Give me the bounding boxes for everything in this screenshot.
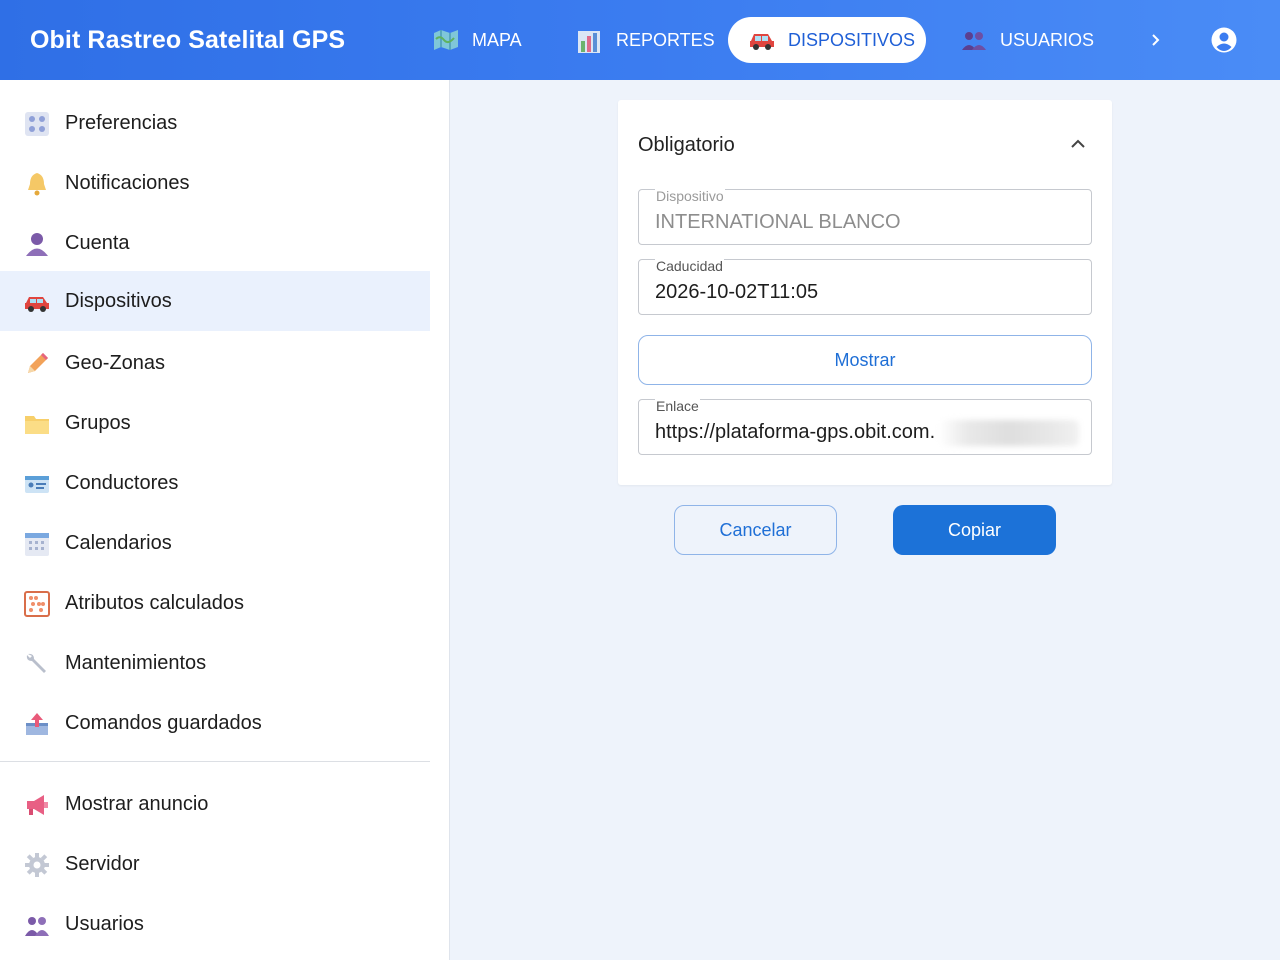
sidebar-item-conductores[interactable]: Conductores xyxy=(0,453,430,513)
sidebar-item-calendarios[interactable]: Calendarios xyxy=(0,513,430,573)
expiration-field-label: Caducidad xyxy=(655,258,724,274)
abacus-icon xyxy=(24,591,50,617)
sidebar-item-label: Conductores xyxy=(65,472,179,494)
sidebar-item-label: Geo-Zonas xyxy=(65,352,166,374)
sidebar-item-label: Notificaciones xyxy=(65,172,190,194)
tab-usuarios[interactable]: USUARIOS xyxy=(940,17,1114,63)
wrench-icon xyxy=(24,651,50,677)
sidebar-item-label: Atributos calculados xyxy=(65,592,244,614)
sidebar-item-label: Mostrar anuncio xyxy=(65,793,209,815)
tab-dispositivos-label: DISPOSITIVOS xyxy=(788,29,916,50)
settings-sidebar: Preferencias Notificaciones Cuenta Dispo… xyxy=(0,80,450,960)
sidebar-item-label: Cuenta xyxy=(65,232,130,254)
chevron-right-icon[interactable] xyxy=(1146,28,1166,52)
sidebar-item-cuenta[interactable]: Cuenta xyxy=(0,213,430,273)
sidebar-item-mostrar-anuncio[interactable]: Mostrar anuncio xyxy=(0,774,430,834)
sidebar-item-notificaciones[interactable]: Notificaciones xyxy=(0,153,430,213)
sidebar-item-label: Calendarios xyxy=(65,532,172,554)
sidebar-item-usuarios[interactable]: Usuarios xyxy=(0,894,430,954)
car-icon xyxy=(24,289,50,315)
cancel-button[interactable]: Cancelar xyxy=(674,505,837,555)
sidebar-item-label: Comandos guardados xyxy=(65,712,262,734)
tab-mapa-label: MAPA xyxy=(472,29,522,50)
app-title: Obit Rastreo Satelital GPS xyxy=(30,26,346,54)
redacted-link-mask xyxy=(939,420,1079,446)
expiration-field-value[interactable]: 2026-10-02T11:05 xyxy=(655,281,818,304)
link-field[interactable]: Enlace https://plataforma-gps.obit.com. xyxy=(638,398,1092,455)
folder-icon xyxy=(24,411,50,437)
map-icon xyxy=(432,29,460,51)
device-field-label: Dispositivo xyxy=(655,188,725,204)
device-field: Dispositivo INTERNATIONAL BLANCO xyxy=(638,188,1092,245)
sidebar-item-servidor[interactable]: Servidor xyxy=(0,834,430,894)
sidebar-item-label: Preferencias xyxy=(65,112,178,134)
sidebar-item-preferencias[interactable]: Preferencias xyxy=(0,93,430,153)
link-field-label: Enlace xyxy=(655,398,700,414)
sidebar-item-grupos[interactable]: Grupos xyxy=(0,393,430,453)
users-icon xyxy=(24,912,50,938)
tab-reportes[interactable]: REPORTES xyxy=(556,17,735,63)
tab-dispositivos[interactable]: DISPOSITIVOS xyxy=(728,17,926,63)
link-field-value[interactable]: https://plataforma-gps.obit.com. xyxy=(655,421,935,444)
id-card-icon xyxy=(24,471,50,497)
tab-reportes-label: REPORTES xyxy=(616,29,715,50)
share-device-card: Obligatorio Dispositivo INTERNATIONAL BL… xyxy=(618,100,1112,485)
account-circle-icon[interactable] xyxy=(1211,27,1237,53)
person-icon xyxy=(24,231,50,257)
sidebar-item-label: Usuarios xyxy=(65,913,144,935)
sidebar-item-label: Servidor xyxy=(65,853,140,875)
tab-mapa[interactable]: MAPA xyxy=(412,17,542,63)
sidebar-divider xyxy=(0,761,430,762)
sidebar-item-geo-zonas[interactable]: Geo-Zonas xyxy=(0,333,430,393)
pencil-icon xyxy=(24,351,50,377)
sidebar-item-label: Grupos xyxy=(65,412,131,434)
users-icon xyxy=(960,29,988,51)
sidebar-item-comandos-guardados[interactable]: Comandos guardados xyxy=(0,693,430,753)
preferences-icon xyxy=(24,111,50,137)
tab-usuarios-label: USUARIOS xyxy=(1000,29,1095,50)
calendar-icon xyxy=(24,531,50,557)
megaphone-icon xyxy=(24,792,50,818)
sidebar-item-atributos-calculados[interactable]: Atributos calculados xyxy=(0,573,430,633)
device-field-value: INTERNATIONAL BLANCO xyxy=(655,211,901,233)
copy-button[interactable]: Copiar xyxy=(893,505,1056,555)
sidebar-item-label: Dispositivos xyxy=(65,290,172,312)
section-title: Obligatorio xyxy=(638,134,735,156)
show-button[interactable]: Mostrar xyxy=(638,335,1092,385)
sidebar-item-mantenimientos[interactable]: Mantenimientos xyxy=(0,633,430,693)
chart-icon xyxy=(576,29,604,53)
chevron-up-icon[interactable] xyxy=(1068,134,1088,154)
sidebar-item-label: Mantenimientos xyxy=(65,652,207,674)
outbox-icon xyxy=(24,711,50,737)
gear-icon xyxy=(24,852,50,878)
car-icon xyxy=(748,29,776,51)
expiration-field[interactable]: Caducidad 2026-10-02T11:05 xyxy=(638,258,1092,315)
app-header: Obit Rastreo Satelital GPS MAPA REPORTES… xyxy=(0,0,1280,80)
sidebar-item-dispositivos[interactable]: Dispositivos xyxy=(0,271,430,331)
bell-icon xyxy=(24,171,50,197)
